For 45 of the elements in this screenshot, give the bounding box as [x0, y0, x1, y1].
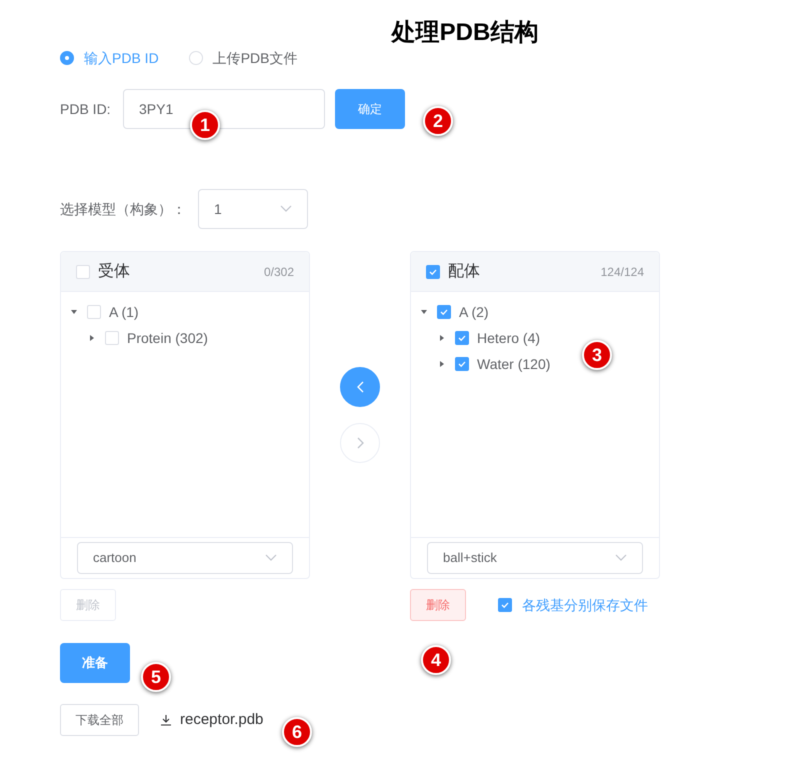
tree-item[interactable]: Hetero (4) [477, 328, 540, 348]
radio-label[interactable]: 上传PDB文件 [212, 48, 298, 68]
panel-title: 配体 [448, 262, 480, 282]
chevron-right-icon [356, 437, 364, 449]
check-icon [439, 307, 449, 317]
caret-down-icon[interactable] [71, 309, 77, 315]
chevron-down-icon [615, 554, 627, 562]
caret-down-icon[interactable] [421, 309, 427, 315]
callout-badge: 6 [282, 717, 312, 747]
chevron-left-icon [356, 381, 364, 393]
tree-item[interactable]: Water (120) [477, 354, 550, 374]
check-icon [500, 600, 510, 610]
selection-count: 0/302 [264, 264, 294, 280]
tree-item[interactable]: Protein (302) [127, 328, 208, 348]
checkbox[interactable] [426, 264, 440, 278]
move-left-button[interactable] [340, 367, 380, 407]
panel-title: 受体 [98, 262, 130, 282]
caret-right-icon[interactable] [89, 335, 95, 341]
radio-button[interactable] [60, 51, 74, 65]
selection-count: 124/124 [600, 264, 644, 280]
tree-item[interactable]: A (2) [459, 302, 489, 322]
style-select[interactable]: ball+stick [427, 542, 643, 574]
check-icon [457, 359, 467, 369]
checkbox[interactable] [455, 357, 469, 371]
page-title: 处理PDB结构 [392, 18, 538, 48]
download-all-button[interactable]: 下载全部 [60, 704, 139, 736]
checkbox[interactable] [455, 331, 469, 345]
file-download-link[interactable]: receptor.pdb [160, 708, 264, 732]
callout-badge: 2 [423, 106, 453, 136]
callout-badge: 5 [141, 662, 171, 692]
chevron-down-icon [280, 205, 292, 213]
caret-right-icon[interactable] [439, 361, 445, 367]
checkbox[interactable] [437, 305, 451, 319]
checkbox[interactable] [498, 598, 512, 612]
style-select[interactable]: cartoon [77, 542, 293, 574]
callout-badge: 1 [190, 110, 220, 140]
field-label: 选择模型（构象）： [60, 200, 187, 218]
download-icon [160, 714, 172, 726]
check-icon [457, 333, 467, 343]
model-select[interactable]: 1 [198, 189, 308, 229]
tree-item[interactable]: A (1) [109, 302, 139, 322]
caret-right-icon[interactable] [439, 335, 445, 341]
chevron-down-icon [265, 554, 277, 562]
callout-badge: 4 [421, 645, 451, 675]
field-label: PDB ID: [60, 100, 112, 118]
